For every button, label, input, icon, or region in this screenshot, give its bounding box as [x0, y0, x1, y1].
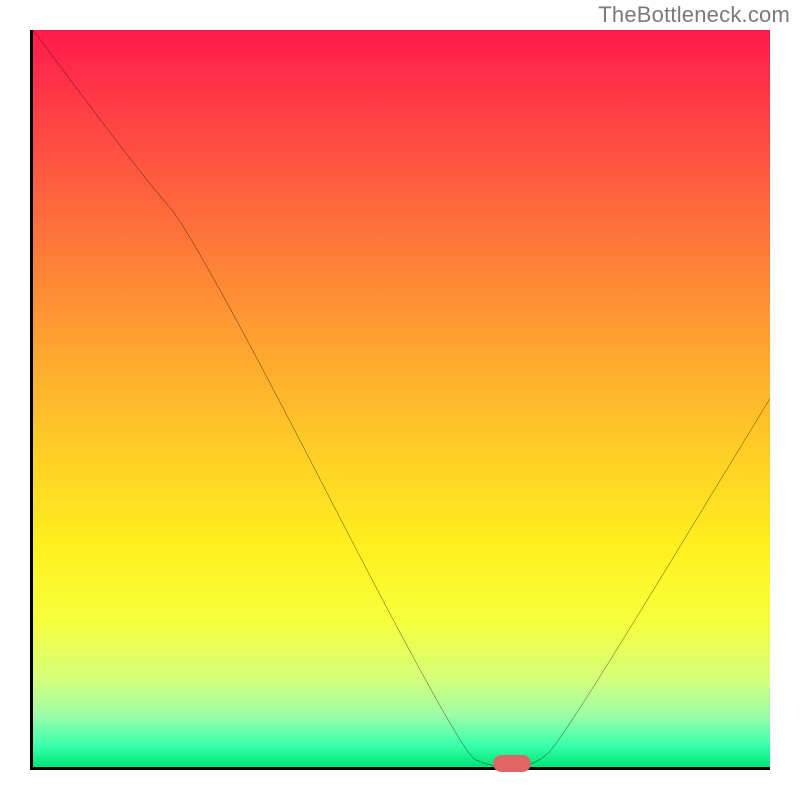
attribution-label: TheBottleneck.com — [598, 2, 790, 28]
plot-area — [30, 30, 770, 770]
optimal-point-marker — [493, 755, 531, 772]
chart-container: TheBottleneck.com — [0, 0, 800, 800]
bottleneck-curve — [33, 30, 770, 767]
